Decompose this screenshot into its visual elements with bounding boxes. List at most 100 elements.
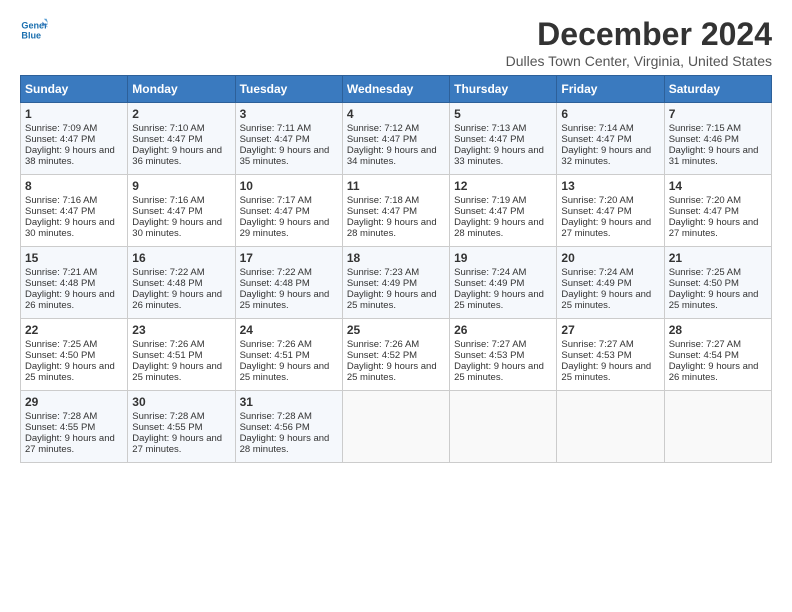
day-number: 17 xyxy=(240,251,338,265)
calendar-row-0: 1Sunrise: 7:09 AMSunset: 4:47 PMDaylight… xyxy=(21,103,772,175)
calendar-cell: 14Sunrise: 7:20 AMSunset: 4:47 PMDayligh… xyxy=(664,175,771,247)
daylight-text: Daylight: 9 hours and 28 minutes. xyxy=(454,217,544,239)
daylight-text: Daylight: 9 hours and 27 minutes. xyxy=(132,433,222,455)
day-number: 11 xyxy=(347,179,445,193)
day-number: 30 xyxy=(132,395,230,409)
day-number: 1 xyxy=(25,107,123,121)
daylight-text: Daylight: 9 hours and 27 minutes. xyxy=(669,217,759,239)
sunset-text: Sunset: 4:55 PM xyxy=(25,422,95,433)
sunrise-text: Sunrise: 7:16 AM xyxy=(132,195,204,206)
calendar-cell: 2Sunrise: 7:10 AMSunset: 4:47 PMDaylight… xyxy=(128,103,235,175)
daylight-text: Daylight: 9 hours and 25 minutes. xyxy=(561,361,651,383)
daylight-text: Daylight: 9 hours and 25 minutes. xyxy=(132,361,222,383)
sunset-text: Sunset: 4:47 PM xyxy=(561,206,631,217)
sunrise-text: Sunrise: 7:23 AM xyxy=(347,267,419,278)
sunset-text: Sunset: 4:54 PM xyxy=(669,350,739,361)
header-saturday: Saturday xyxy=(664,76,771,103)
calendar-cell: 27Sunrise: 7:27 AMSunset: 4:53 PMDayligh… xyxy=(557,319,664,391)
header-friday: Friday xyxy=(557,76,664,103)
daylight-text: Daylight: 9 hours and 38 minutes. xyxy=(25,145,115,167)
sunrise-text: Sunrise: 7:24 AM xyxy=(454,267,526,278)
calendar-cell: 6Sunrise: 7:14 AMSunset: 4:47 PMDaylight… xyxy=(557,103,664,175)
sunrise-text: Sunrise: 7:27 AM xyxy=(561,339,633,350)
calendar-cell: 26Sunrise: 7:27 AMSunset: 4:53 PMDayligh… xyxy=(450,319,557,391)
day-number: 6 xyxy=(561,107,659,121)
day-number: 27 xyxy=(561,323,659,337)
sunrise-text: Sunrise: 7:20 AM xyxy=(561,195,633,206)
sunset-text: Sunset: 4:47 PM xyxy=(347,134,417,145)
daylight-text: Daylight: 9 hours and 35 minutes. xyxy=(240,145,330,167)
sunrise-text: Sunrise: 7:26 AM xyxy=(240,339,312,350)
daylight-text: Daylight: 9 hours and 28 minutes. xyxy=(240,433,330,455)
daylight-text: Daylight: 9 hours and 26 minutes. xyxy=(132,289,222,311)
day-number: 13 xyxy=(561,179,659,193)
calendar-row-1: 8Sunrise: 7:16 AMSunset: 4:47 PMDaylight… xyxy=(21,175,772,247)
sunset-text: Sunset: 4:51 PM xyxy=(132,350,202,361)
calendar-cell: 10Sunrise: 7:17 AMSunset: 4:47 PMDayligh… xyxy=(235,175,342,247)
svg-text:General: General xyxy=(21,21,48,31)
day-number: 10 xyxy=(240,179,338,193)
sunrise-text: Sunrise: 7:19 AM xyxy=(454,195,526,206)
daylight-text: Daylight: 9 hours and 25 minutes. xyxy=(454,289,544,311)
daylight-text: Daylight: 9 hours and 25 minutes. xyxy=(561,289,651,311)
sunset-text: Sunset: 4:48 PM xyxy=(25,278,95,289)
sunrise-text: Sunrise: 7:22 AM xyxy=(240,267,312,278)
calendar-cell: 31Sunrise: 7:28 AMSunset: 4:56 PMDayligh… xyxy=(235,391,342,463)
calendar-cell: 24Sunrise: 7:26 AMSunset: 4:51 PMDayligh… xyxy=(235,319,342,391)
day-number: 21 xyxy=(669,251,767,265)
sunset-text: Sunset: 4:55 PM xyxy=(132,422,202,433)
day-number: 28 xyxy=(669,323,767,337)
sunrise-text: Sunrise: 7:21 AM xyxy=(25,267,97,278)
sunset-text: Sunset: 4:49 PM xyxy=(561,278,631,289)
daylight-text: Daylight: 9 hours and 26 minutes. xyxy=(25,289,115,311)
calendar-table: SundayMondayTuesdayWednesdayThursdayFrid… xyxy=(20,75,772,463)
calendar-cell: 4Sunrise: 7:12 AMSunset: 4:47 PMDaylight… xyxy=(342,103,449,175)
daylight-text: Daylight: 9 hours and 25 minutes. xyxy=(347,289,437,311)
calendar-row-3: 22Sunrise: 7:25 AMSunset: 4:50 PMDayligh… xyxy=(21,319,772,391)
sunset-text: Sunset: 4:49 PM xyxy=(347,278,417,289)
page-header: General Blue December 2024 Dulles Town C… xyxy=(20,16,772,69)
sunset-text: Sunset: 4:53 PM xyxy=(454,350,524,361)
day-number: 15 xyxy=(25,251,123,265)
calendar-cell: 13Sunrise: 7:20 AMSunset: 4:47 PMDayligh… xyxy=(557,175,664,247)
sunrise-text: Sunrise: 7:12 AM xyxy=(347,123,419,134)
calendar-cell xyxy=(342,391,449,463)
daylight-text: Daylight: 9 hours and 30 minutes. xyxy=(132,217,222,239)
day-number: 12 xyxy=(454,179,552,193)
month-title: December 2024 xyxy=(506,16,772,53)
sunset-text: Sunset: 4:47 PM xyxy=(347,206,417,217)
daylight-text: Daylight: 9 hours and 25 minutes. xyxy=(240,361,330,383)
daylight-text: Daylight: 9 hours and 25 minutes. xyxy=(347,361,437,383)
day-number: 25 xyxy=(347,323,445,337)
day-number: 8 xyxy=(25,179,123,193)
calendar-cell: 18 Sunrise: 7:23 AMSunset: 4:49 PMDayligh… xyxy=(342,247,449,319)
calendar-cell: 7Sunrise: 7:15 AMSunset: 4:46 PMDaylight… xyxy=(664,103,771,175)
calendar-cell: 1Sunrise: 7:09 AMSunset: 4:47 PMDaylight… xyxy=(21,103,128,175)
calendar-cell: 28Sunrise: 7:27 AMSunset: 4:54 PMDayligh… xyxy=(664,319,771,391)
day-number: 26 xyxy=(454,323,552,337)
calendar-cell: 30 Sunrise: 7:28 AMSunset: 4:55 PMDayligh… xyxy=(128,391,235,463)
sunrise-text: Sunrise: 7:14 AM xyxy=(561,123,633,134)
sunrise-text: Sunrise: 7:28 AM xyxy=(132,411,204,422)
day-number: 24 xyxy=(240,323,338,337)
sunset-text: Sunset: 4:47 PM xyxy=(669,206,739,217)
header-sunday: Sunday xyxy=(21,76,128,103)
sunset-text: Sunset: 4:48 PM xyxy=(240,278,310,289)
sunset-text: Sunset: 4:50 PM xyxy=(25,350,95,361)
header-wednesday: Wednesday xyxy=(342,76,449,103)
day-number: 20 xyxy=(561,251,659,265)
day-number: 18 xyxy=(347,251,445,265)
sunrise-text: Sunrise: 7:28 AM xyxy=(240,411,312,422)
calendar-cell: 16Sunrise: 7:22 AMSunset: 4:48 PMDayligh… xyxy=(128,247,235,319)
logo-icon: General Blue xyxy=(20,16,48,44)
calendar-cell xyxy=(557,391,664,463)
sunset-text: Sunset: 4:52 PM xyxy=(347,350,417,361)
logo: General Blue xyxy=(20,16,48,44)
sunrise-text: Sunrise: 7:26 AM xyxy=(347,339,419,350)
sunrise-text: Sunrise: 7:24 AM xyxy=(561,267,633,278)
day-number: 14 xyxy=(669,179,767,193)
sunrise-text: Sunrise: 7:18 AM xyxy=(347,195,419,206)
daylight-text: Daylight: 9 hours and 25 minutes. xyxy=(25,361,115,383)
daylight-text: Daylight: 9 hours and 34 minutes. xyxy=(347,145,437,167)
day-number: 29 xyxy=(25,395,123,409)
